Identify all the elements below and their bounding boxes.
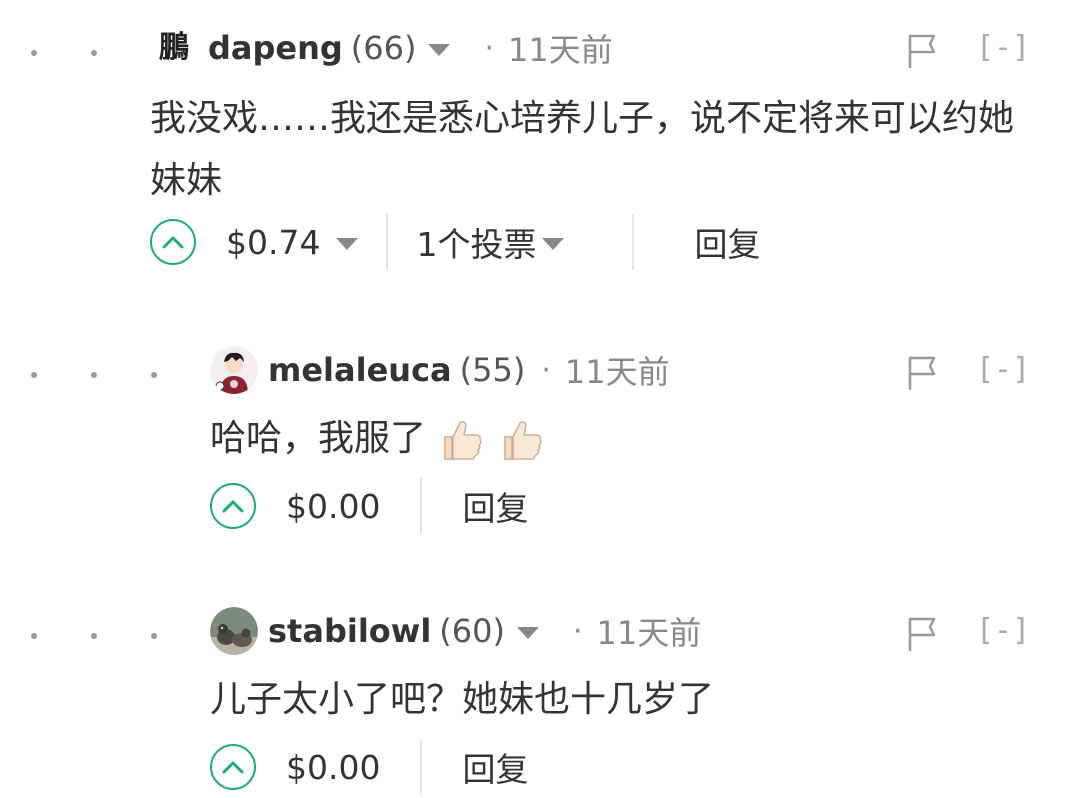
flag-icon[interactable] bbox=[906, 354, 940, 392]
divider bbox=[420, 739, 423, 795]
votes-count[interactable]: 1个投票 bbox=[416, 218, 536, 266]
chevron-up-icon bbox=[222, 500, 244, 513]
comment-header: 鵬 dapeng (66) · 11天前 bbox=[150, 24, 613, 72]
comment-body: 哈哈，我服了 bbox=[210, 408, 545, 470]
timestamp[interactable]: 11天前 bbox=[508, 25, 613, 71]
avatar-image bbox=[210, 346, 258, 394]
depth-dot bbox=[91, 50, 97, 56]
depth-dot bbox=[151, 372, 157, 378]
avatar[interactable] bbox=[210, 607, 258, 655]
username[interactable]: melaleuca bbox=[268, 351, 452, 389]
separator-dot: · bbox=[572, 613, 583, 649]
chevron-up-icon bbox=[162, 236, 184, 249]
upvote-button[interactable] bbox=[210, 483, 256, 529]
divider bbox=[632, 214, 635, 270]
thumbs-up-icon bbox=[504, 421, 542, 460]
collapse-button[interactable]: [-] bbox=[976, 350, 1030, 390]
chevron-down-icon[interactable] bbox=[428, 44, 451, 56]
collapse-button[interactable]: [-] bbox=[976, 28, 1030, 68]
username[interactable]: stabilowl bbox=[268, 612, 431, 650]
timestamp[interactable]: 11天前 bbox=[597, 608, 702, 654]
comment-body: 儿子太小了吧？她妹也十几岁了 bbox=[210, 679, 715, 720]
reputation: (55) bbox=[459, 351, 526, 389]
timestamp[interactable]: 11天前 bbox=[565, 347, 670, 393]
reply-button[interactable]: 回复 bbox=[462, 743, 528, 791]
flag-icon[interactable] bbox=[906, 32, 940, 70]
avatar-image bbox=[210, 607, 258, 655]
comment-header: melaleuca (55) · 11天前 bbox=[210, 346, 670, 394]
chevron-down-icon[interactable] bbox=[542, 238, 565, 250]
depth-dot bbox=[91, 372, 97, 378]
reply-button[interactable]: 回复 bbox=[462, 482, 528, 530]
divider bbox=[420, 478, 423, 534]
comment-actions: $0.00 回复 bbox=[210, 737, 528, 797]
chevron-down-icon[interactable] bbox=[516, 627, 539, 639]
separator-dot: · bbox=[484, 30, 495, 66]
avatar[interactable]: 鵬 bbox=[150, 24, 198, 72]
thumbs-up-icon bbox=[444, 421, 483, 460]
flag-icon[interactable] bbox=[906, 615, 940, 653]
upvote-button[interactable] bbox=[150, 219, 196, 265]
avatar[interactable] bbox=[210, 346, 258, 394]
depth-dot bbox=[91, 633, 97, 639]
payout-value[interactable]: $0.00 bbox=[286, 748, 380, 787]
reputation: (66) bbox=[350, 29, 417, 67]
depth-dot bbox=[151, 633, 157, 639]
separator-dot: · bbox=[541, 352, 551, 388]
depth-dot bbox=[31, 633, 37, 639]
upvote-button[interactable] bbox=[210, 744, 256, 790]
reply-button[interactable]: 回复 bbox=[694, 218, 760, 266]
comment-actions: $0.00 回复 bbox=[210, 476, 528, 536]
comment-body-text: 哈哈，我服了 bbox=[210, 418, 427, 459]
divider bbox=[386, 214, 389, 270]
collapse-button[interactable]: [-] bbox=[976, 611, 1030, 651]
depth-dot bbox=[31, 372, 37, 378]
reputation: (60) bbox=[439, 612, 505, 650]
payout-value[interactable]: $0.74 bbox=[226, 223, 320, 262]
depth-dot bbox=[31, 50, 37, 56]
comment-header: stabilowl (60) · 11天前 bbox=[210, 607, 702, 655]
comment-actions: $0.74 1个投票 回复 bbox=[150, 212, 760, 272]
chevron-down-icon[interactable] bbox=[336, 238, 359, 250]
username[interactable]: dapeng bbox=[208, 29, 343, 67]
comment-body: 我没戏……我还是悉心培养儿子，说不定将来可以约她妹妹 bbox=[150, 98, 1015, 201]
payout-value[interactable]: $0.00 bbox=[286, 487, 380, 526]
chevron-up-icon bbox=[222, 761, 244, 774]
